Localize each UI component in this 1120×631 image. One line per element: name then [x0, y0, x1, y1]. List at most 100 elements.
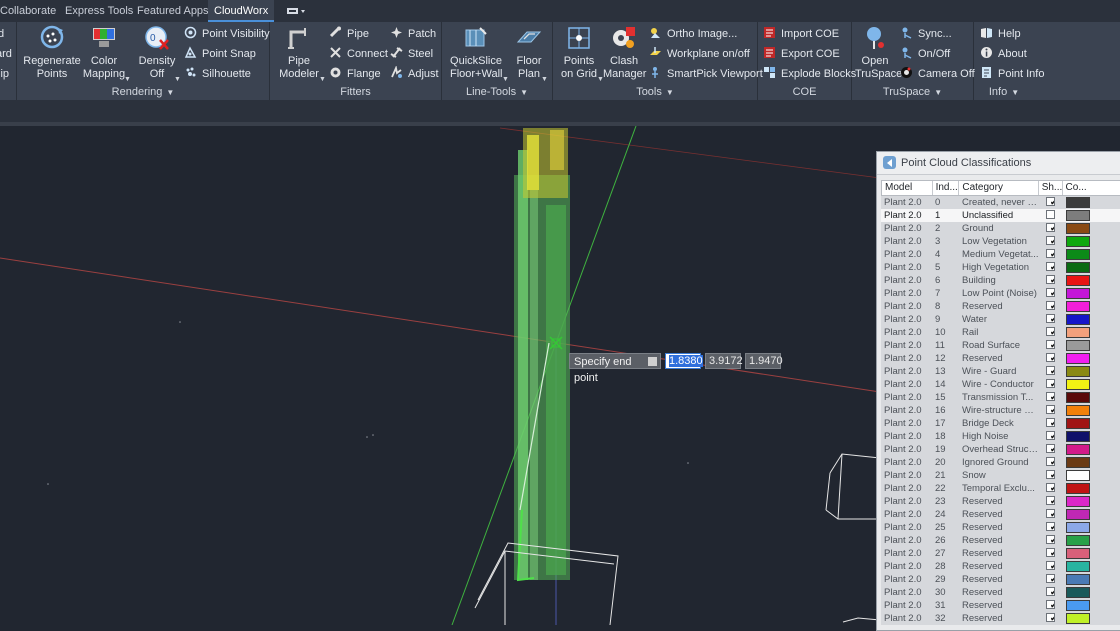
color-swatch[interactable] — [1066, 431, 1090, 442]
back-arrow-icon[interactable] — [883, 156, 896, 169]
table-row[interactable]: Plant 2.0 4 Medium Vegetat... ✔ — [881, 248, 1120, 261]
table-row[interactable]: Plant 2.0 3 Low Vegetation ✔ — [881, 235, 1120, 248]
tab-express-tools[interactable]: Express Tools — [59, 0, 139, 22]
show-checkbox[interactable]: ✔ — [1046, 301, 1055, 310]
show-checkbox[interactable]: ✔ — [1046, 236, 1055, 245]
table-row[interactable]: Plant 2.0 16 Wire-structure C... ✔ — [881, 404, 1120, 417]
connect-button[interactable]: Connect — [329, 45, 388, 63]
show-checkbox[interactable] — [1046, 210, 1055, 219]
export-coe-button[interactable]: Export COE — [763, 45, 840, 63]
color-swatch[interactable] — [1066, 379, 1090, 390]
camera-off-button[interactable]: Camera Off — [900, 65, 975, 83]
table-row[interactable]: Plant 2.0 24 Reserved ✔ — [881, 508, 1120, 521]
color-swatch[interactable] — [1066, 444, 1090, 455]
col-header-index[interactable]: Ind... — [933, 181, 960, 195]
col-header-color[interactable]: Co... — [1063, 181, 1120, 195]
color-swatch[interactable] — [1066, 301, 1090, 312]
adjust-button[interactable]: Adjust — [390, 65, 439, 83]
color-swatch[interactable] — [1066, 600, 1090, 611]
smartpick-viewport-button[interactable]: SmartPick Viewport — [649, 65, 763, 83]
open-truspace-button[interactable]: Open TruSpace — [855, 24, 902, 81]
color-mapping-button[interactable]: Color Mapping — [81, 24, 127, 81]
show-checkbox[interactable]: ✔ — [1046, 379, 1055, 388]
table-row[interactable]: Plant 2.0 19 Overhead Struct... ✔ — [881, 443, 1120, 456]
steel-button[interactable]: Steel — [390, 45, 433, 63]
color-swatch[interactable] — [1066, 262, 1090, 273]
table-row[interactable]: Plant 2.0 7 Low Point (Noise) ✔ — [881, 287, 1120, 300]
ortho-image-button[interactable]: Ortho Image... — [649, 25, 737, 43]
color-swatch[interactable] — [1066, 548, 1090, 559]
help-button[interactable]: Help — [980, 25, 1021, 43]
table-row[interactable]: Plant 2.0 17 Bridge Deck ✔ — [881, 417, 1120, 430]
show-checkbox[interactable]: ✔ — [1046, 392, 1055, 401]
color-swatch[interactable] — [1066, 613, 1090, 624]
col-header-shown[interactable]: Sh... — [1039, 181, 1063, 195]
pipe-modeler-button[interactable]: Pipe Modeler — [278, 24, 320, 81]
table-row[interactable]: Plant 2.0 23 Reserved ✔ — [881, 495, 1120, 508]
color-swatch[interactable] — [1066, 314, 1090, 325]
show-checkbox[interactable]: ✔ — [1046, 249, 1055, 258]
tab-cloudworx[interactable]: CloudWorx — [208, 0, 275, 22]
coord-y-input[interactable]: 3.9172 — [705, 353, 743, 369]
panel-title-line-tools[interactable]: Line-Tools ▼ — [442, 84, 552, 100]
table-row[interactable]: Plant 2.0 8 Reserved ✔ — [881, 300, 1120, 313]
show-checkbox[interactable]: ✔ — [1046, 444, 1055, 453]
show-checkbox[interactable]: ✔ — [1046, 496, 1055, 505]
color-swatch[interactable] — [1066, 535, 1090, 546]
point-visibility-button[interactable]: Point Visibility — [184, 25, 270, 43]
coord-x-input[interactable]: 1.8380 — [665, 353, 703, 369]
show-checkbox[interactable]: ✔ — [1046, 613, 1055, 622]
table-row[interactable]: Plant 2.0 32 Reserved ✔ — [881, 612, 1120, 625]
table-row[interactable]: Plant 2.0 6 Building ✔ — [881, 274, 1120, 287]
color-swatch[interactable] — [1066, 405, 1090, 416]
show-checkbox[interactable]: ✔ — [1046, 457, 1055, 466]
color-swatch[interactable] — [1066, 574, 1090, 585]
flange-button[interactable]: Flange — [329, 65, 381, 83]
panel-title-tools[interactable]: Tools ▼ — [553, 84, 757, 100]
show-checkbox[interactable]: ✔ — [1046, 600, 1055, 609]
truspace-on-off-button[interactable]: On/Off — [900, 45, 950, 63]
color-swatch[interactable] — [1066, 223, 1090, 234]
show-checkbox[interactable]: ✔ — [1046, 574, 1055, 583]
table-row[interactable]: Plant 2.0 26 Reserved ✔ — [881, 534, 1120, 547]
show-checkbox[interactable]: ✔ — [1046, 483, 1055, 492]
color-swatch[interactable] — [1066, 418, 1090, 429]
silhouette-button[interactable]: Silhouette — [184, 65, 251, 83]
color-swatch[interactable] — [1066, 249, 1090, 260]
table-row[interactable]: Plant 2.0 21 Snow ✔ — [881, 469, 1120, 482]
coord-z-input[interactable]: 1.9470 — [745, 353, 783, 369]
panel-title-rendering[interactable]: Rendering ▼ — [17, 84, 269, 100]
table-row[interactable]: Plant 2.0 28 Reserved ✔ — [881, 560, 1120, 573]
table-row[interactable]: Plant 2.0 11 Road Surface ✔ — [881, 339, 1120, 352]
show-checkbox[interactable]: ✔ — [1046, 366, 1055, 375]
pcc-title-bar[interactable]: Point Cloud Classifications — [877, 152, 1120, 175]
table-row[interactable]: Plant 2.0 20 Ignored Ground ✔ — [881, 456, 1120, 469]
show-checkbox[interactable]: ✔ — [1046, 418, 1055, 427]
col-header-category[interactable]: Category — [959, 181, 1039, 195]
sync-button[interactable]: Sync... — [900, 25, 952, 43]
show-checkbox[interactable]: ✔ — [1046, 470, 1055, 479]
table-row[interactable]: Plant 2.0 2 Ground ✔ — [881, 222, 1120, 235]
show-checkbox[interactable]: ✔ — [1046, 548, 1055, 557]
color-swatch[interactable] — [1066, 392, 1090, 403]
color-swatch[interactable] — [1066, 366, 1090, 377]
table-row[interactable]: Plant 2.0 13 Wire - Guard ✔ — [881, 365, 1120, 378]
show-checkbox[interactable]: ✔ — [1046, 353, 1055, 362]
color-swatch[interactable] — [1066, 522, 1090, 533]
panel-title-truspace[interactable]: TruSpace ▼ — [852, 84, 973, 100]
show-checkbox[interactable]: ✔ — [1046, 340, 1055, 349]
color-swatch[interactable] — [1066, 288, 1090, 299]
color-swatch[interactable] — [1066, 587, 1090, 598]
table-row[interactable]: Plant 2.0 14 Wire - Conductor ✔ — [881, 378, 1120, 391]
point-snap-button[interactable]: Point Snap — [184, 45, 256, 63]
show-checkbox[interactable]: ✔ — [1046, 262, 1055, 271]
show-checkbox[interactable]: ✔ — [1046, 431, 1055, 440]
color-swatch[interactable] — [1066, 340, 1090, 351]
floor-plan-button[interactable]: Floor Plan — [514, 24, 544, 81]
show-checkbox[interactable]: ✔ — [1046, 535, 1055, 544]
table-row[interactable]: Plant 2.0 25 Reserved ✔ — [881, 521, 1120, 534]
density-off-button[interactable]: 0 Density Off — [135, 24, 179, 81]
clash-manager-button[interactable]: Clash Manager — [603, 24, 646, 81]
color-swatch[interactable] — [1066, 327, 1090, 338]
workspace-switcher-icon[interactable] — [286, 5, 308, 17]
